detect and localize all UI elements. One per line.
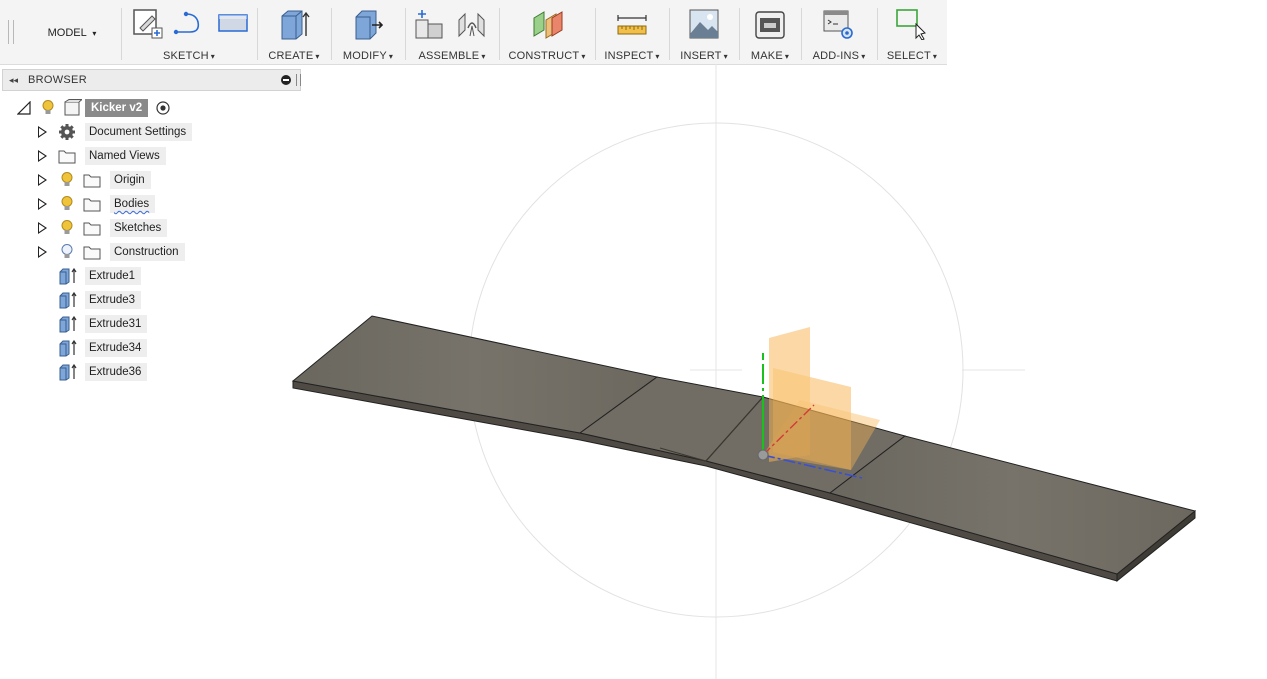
extrude-tool-icon[interactable] [278,8,310,40]
extrude-icon [59,267,77,285]
tree-item-label[interactable]: Named Views [85,147,166,165]
extrude-icon [59,291,77,309]
select-window-icon[interactable] [896,8,928,40]
joint-icon[interactable] [456,8,488,40]
origin-planes[interactable] [763,327,880,470]
tree-item-document-settings[interactable]: Document Settings [0,122,300,142]
tree-item-label[interactable]: Extrude34 [85,339,148,357]
select-menu[interactable]: SELECT ▾ [878,50,946,62]
tree-item-extrude[interactable]: Extrude1 [0,266,300,286]
browser-panel-header: ◂◂ BROWSER [2,69,301,91]
visibility-bulb-icon[interactable] [41,99,55,117]
modify-menu[interactable]: MODIFY ▾ [332,50,404,62]
folder-icon [83,198,101,212]
expand-triangle-icon[interactable] [38,126,47,138]
extrude-icon [59,363,77,381]
measure-icon[interactable] [616,8,648,40]
tree-item-extrude[interactable]: Extrude31 [0,314,300,334]
folder-icon [83,246,101,260]
expand-triangle-icon[interactable] [38,222,47,234]
tree-item-label[interactable]: Document Settings [85,123,193,141]
toolbar: MODEL ▾ SKETCH ▾ CREATE ▾ MODIFY ▾ ASSEM… [0,0,947,65]
visibility-bulb-icon[interactable] [60,171,74,189]
root-component-label[interactable]: Kicker v2 [85,99,149,117]
expand-triangle-icon[interactable] [38,198,47,210]
3d-print-icon[interactable] [754,8,786,40]
tree-item-extrude[interactable]: Extrude3 [0,290,300,310]
tree-item-origin[interactable]: Origin [0,170,300,190]
make-group: MAKE ▾ [740,0,800,64]
create-menu[interactable]: CREATE ▾ [258,50,330,62]
insert-menu[interactable]: INSERT ▾ [670,50,738,62]
workspace-label: MODEL [47,27,87,39]
folder-icon [83,222,101,236]
tree-root-row[interactable]: Kicker v2 [0,98,300,118]
press-pull-icon[interactable] [352,8,384,40]
expand-triangle-icon[interactable] [38,246,47,258]
tree-item-label[interactable]: Construction [110,243,185,261]
tree-item-extrude[interactable]: Extrude36 [0,362,300,382]
tree-item-label[interactable]: Bodies [110,195,156,213]
tree-item-bodies[interactable]: Bodies [0,194,300,214]
tree-item-construction[interactable]: Construction [0,242,300,262]
create-sketch-icon[interactable] [132,8,164,40]
gear-icon [59,124,75,140]
extrude-icon [59,315,77,333]
assemble-menu[interactable]: ASSEMBLE ▾ [406,50,498,62]
make-menu[interactable]: MAKE ▾ [740,50,800,62]
minimize-browser-icon[interactable] [281,75,291,85]
extrude-icon [59,339,77,357]
visibility-bulb-off-icon[interactable] [60,243,74,261]
construct-menu[interactable]: CONSTRUCT ▾ [500,50,594,62]
collapse-panel-icon[interactable]: ◂◂ [9,70,18,90]
select-group: SELECT ▾ [878,0,946,64]
construct-group: CONSTRUCT ▾ [500,0,594,64]
visibility-bulb-icon[interactable] [60,219,74,237]
assemble-group: ASSEMBLE ▾ [406,0,498,64]
collapse-triangle-icon[interactable] [17,101,31,115]
tree-item-named-views[interactable]: Named Views [0,146,300,166]
offset-plane-icon[interactable] [532,8,564,40]
add-ins-group: ADD-INS ▾ [802,0,876,64]
insert-image-icon[interactable] [688,8,720,40]
rectangle-tool-icon[interactable] [216,8,250,38]
create-group: CREATE ▾ [258,0,330,64]
new-component-icon[interactable] [414,8,446,40]
visibility-bulb-icon[interactable] [60,195,74,213]
expand-triangle-icon[interactable] [38,174,47,186]
landing-face[interactable] [828,435,1197,575]
scripts-addins-icon[interactable] [822,8,854,40]
sketch-menu[interactable]: SKETCH ▾ [122,50,256,62]
chevron-down-icon: ▾ [92,29,97,38]
add-ins-menu[interactable]: ADD-INS ▾ [802,50,876,62]
tree-item-extrude[interactable]: Extrude34 [0,338,300,358]
origin-point[interactable] [757,449,769,461]
activate-component-icon[interactable] [156,101,170,115]
expand-triangle-icon[interactable] [38,150,47,162]
modify-group: MODIFY ▾ [332,0,404,64]
tree-item-label[interactable]: Extrude31 [85,315,148,333]
folder-icon [83,174,101,188]
line-tool-icon[interactable] [172,8,208,38]
tree-item-label[interactable]: Extrude1 [85,267,142,285]
insert-group: INSERT ▾ [670,0,738,64]
tree-item-label[interactable]: Sketches [110,219,168,237]
workspace-switcher[interactable]: MODEL ▾ [32,22,112,44]
browser-title: BROWSER [28,74,87,86]
tree-item-label[interactable]: Extrude3 [85,291,142,309]
folder-icon [58,150,76,164]
sketch-group: SKETCH ▾ [122,0,256,64]
panel-grip-icon[interactable] [296,74,301,86]
toolbar-grip[interactable] [8,20,14,44]
inspect-menu[interactable]: INSPECT ▾ [596,50,668,62]
tree-item-label[interactable]: Extrude36 [85,363,148,381]
tree-item-sketches[interactable]: Sketches [0,218,300,238]
component-icon [64,99,82,116]
kicker-body[interactable] [291,315,1197,583]
tree-item-label[interactable]: Origin [110,171,151,189]
inspect-group: INSPECT ▾ [596,0,668,64]
